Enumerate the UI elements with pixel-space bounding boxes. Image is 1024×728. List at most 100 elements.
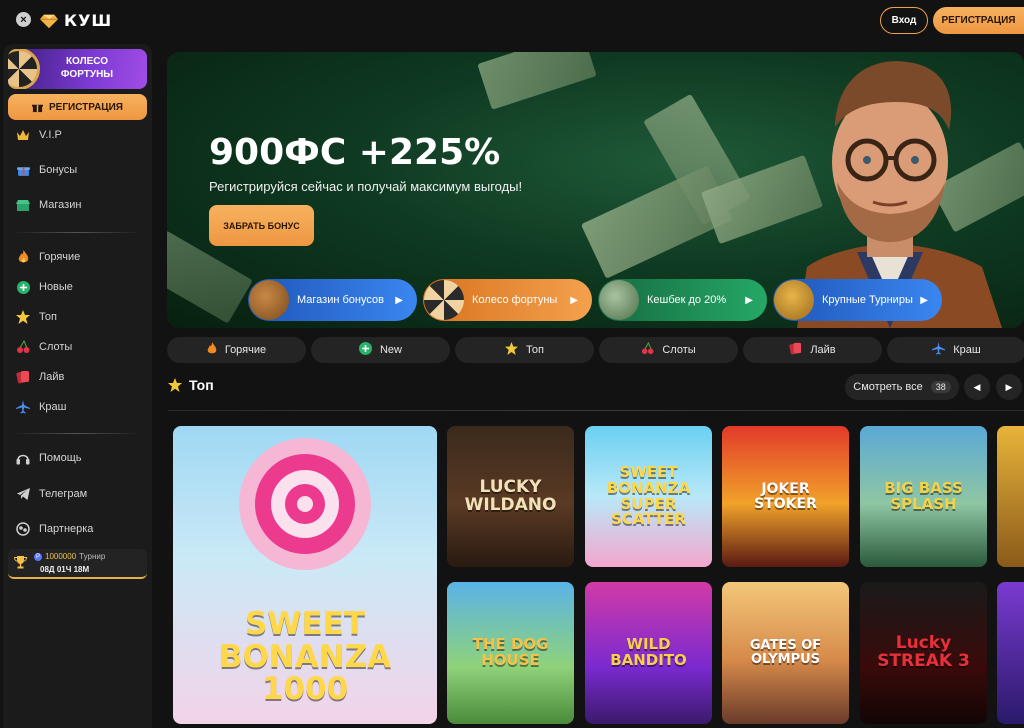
game-title: BIG BASS SPLASH	[884, 478, 963, 513]
sidebar-item-top[interactable]: Топ	[16, 310, 57, 324]
game-tile[interactable]: SWEET BONANZA SUPER SCATTER	[585, 426, 712, 567]
chest-icon	[249, 280, 289, 320]
close-icon[interactable]: ×	[16, 12, 31, 27]
sidebar-register-label: РЕГИСТРАЦИЯ	[49, 101, 123, 113]
sidebar-item-help[interactable]: Помощь	[16, 451, 82, 465]
sidebar-item-label: Горячие	[39, 251, 81, 263]
game-tile[interactable]: LUCKY WILDANO	[447, 426, 574, 567]
tab-slots[interactable]: Слоты	[599, 337, 738, 363]
tab-label: Горячие	[224, 344, 267, 356]
cards-icon	[789, 342, 802, 358]
login-button[interactable]: Вход	[880, 7, 928, 34]
tab-live[interactable]: Лайв	[743, 337, 882, 363]
diamond-icon	[40, 14, 58, 28]
sidebar-item-new[interactable]: Новые	[16, 280, 73, 294]
game-title: THE DOG HOUSE	[472, 635, 549, 669]
tab-crash[interactable]: Краш	[887, 337, 1024, 363]
hero-banner[interactable]: 900ФС +225% Регистрируйся сейчас и получ…	[167, 52, 1024, 328]
pill-label: Магазин бонусов	[297, 294, 384, 306]
game-tile[interactable]: WILD BANDITO	[585, 582, 712, 724]
game-tile[interactable]: THE DOG HOUSE	[447, 582, 574, 724]
sidebar-item-shop[interactable]: Магазин	[16, 198, 81, 212]
telegram-icon	[16, 487, 30, 501]
sidebar-item-label: Топ	[39, 311, 57, 323]
plane-icon	[16, 400, 30, 414]
arrow-right-icon: ▶	[395, 294, 403, 306]
sidebar-divider	[12, 232, 142, 233]
game-title: WILD BANDITO	[610, 635, 687, 669]
sidebar-item-crash[interactable]: Краш	[16, 400, 66, 414]
tab-top[interactable]: Топ	[455, 337, 594, 363]
plus-icon	[358, 342, 372, 358]
crown-icon	[16, 128, 30, 142]
game-tile[interactable]: SWEET BONANZA 1000	[173, 426, 437, 724]
pill-cashback[interactable]: Кешбек до 20% ▶	[598, 279, 767, 321]
game-tile[interactable]: BIG BASS SPLASH	[860, 426, 987, 567]
register-button[interactable]: РЕГИСТРАЦИЯ	[933, 7, 1024, 34]
trophy-icon	[774, 280, 814, 320]
tab-label: New	[379, 344, 402, 356]
pill-bonus-shop[interactable]: Магазин бонусов ▶	[248, 279, 417, 321]
pill-label: Колесо фортуны	[472, 294, 558, 306]
logo[interactable]: КУШ	[40, 11, 112, 30]
sidebar	[3, 44, 152, 728]
game-title: SWEET BONANZA 1000	[218, 606, 392, 708]
section-title-text: Топ	[189, 377, 214, 393]
gift-icon	[32, 104, 43, 112]
hero-title: 900ФС +225%	[209, 132, 501, 173]
sidebar-item-live[interactable]: Лайв	[16, 370, 64, 384]
hero-subtitle: Регистрируйся сейчас и получай максимум …	[209, 179, 523, 194]
tab-label: Слоты	[662, 344, 696, 356]
fortune-wheel-card[interactable]: КОЛЕСО ФОРТУНЫ	[8, 49, 147, 89]
tournament-timer: 08Д 01Ч 18М	[40, 565, 90, 574]
game-title: LUCKY WILDANO	[464, 476, 557, 515]
pill-label: Кешбек до 20%	[647, 294, 727, 306]
game-tile[interactable]: Lucky STREAK 3	[860, 582, 987, 724]
sidebar-item-label: Слоты	[39, 341, 73, 353]
tab-label: Краш	[953, 344, 981, 356]
cherry-icon	[641, 341, 654, 358]
tab-hot[interactable]: Горячие	[167, 337, 306, 363]
sidebar-item-label: Помощь	[39, 452, 82, 464]
game-tile[interactable]: JOKER STOKER	[722, 426, 849, 567]
tournament-widget[interactable]: P 1000000 Турнир 08Д 01Ч 18М	[8, 549, 147, 579]
sidebar-item-hot[interactable]: Горячие	[16, 250, 80, 264]
next-button[interactable]: ▶	[996, 374, 1022, 400]
coin-icon: P	[34, 552, 42, 561]
wheel-icon	[424, 280, 464, 320]
game-tile-partial[interactable]	[997, 426, 1024, 567]
sidebar-item-telegram[interactable]: Телеграм	[16, 487, 87, 501]
see-all-button[interactable]: Смотреть все 38	[845, 374, 959, 400]
game-tile[interactable]: GATES OF OLYMPUS	[722, 582, 849, 724]
tab-new[interactable]: New	[311, 337, 450, 363]
claim-bonus-button[interactable]: ЗАБРАТЬ БОНУС	[209, 205, 314, 246]
headphones-icon	[16, 451, 30, 465]
sidebar-item-label: Магазин	[39, 199, 82, 211]
star-icon	[505, 342, 519, 358]
arrow-right-icon: ▶	[570, 294, 578, 306]
logo-text: КУШ	[64, 11, 113, 30]
section-title: Топ	[168, 377, 214, 393]
see-all-label: Смотреть все	[853, 381, 923, 393]
fire-icon	[16, 250, 30, 264]
prev-button[interactable]: ◀	[964, 374, 990, 400]
sidebar-item-partner[interactable]: Партнерка	[16, 522, 93, 536]
game-tile-partial[interactable]	[997, 582, 1024, 724]
game-title: GATES OF OLYMPUS	[749, 638, 822, 667]
tab-label: Топ	[526, 344, 544, 356]
sidebar-item-label: Новые	[39, 281, 73, 293]
plus-icon	[16, 280, 30, 294]
fortune-wheel-icon	[8, 49, 40, 89]
money-bill-decoration	[580, 165, 734, 279]
sidebar-item-vip[interactable]: V.I.P	[16, 128, 62, 142]
game-title: Lucky STREAK 3	[877, 633, 970, 671]
pill-fortune-wheel[interactable]: Колесо фортуны ▶	[423, 279, 592, 321]
sidebar-item-bonuses[interactable]: Бонусы	[16, 163, 77, 177]
sidebar-register-button[interactable]: РЕГИСТРАЦИЯ	[8, 94, 147, 120]
sidebar-item-slots[interactable]: Слоты	[16, 340, 72, 354]
game-title: JOKER STOKER	[754, 480, 817, 512]
fortune-wheel-label: КОЛЕСО ФОРТУНЫ	[60, 56, 114, 80]
game-title: SWEET BONANZA SUPER SCATTER	[606, 463, 691, 529]
pill-tournaments[interactable]: Крупные Турниры ▶	[773, 279, 942, 321]
money-bill-decoration	[477, 52, 597, 110]
